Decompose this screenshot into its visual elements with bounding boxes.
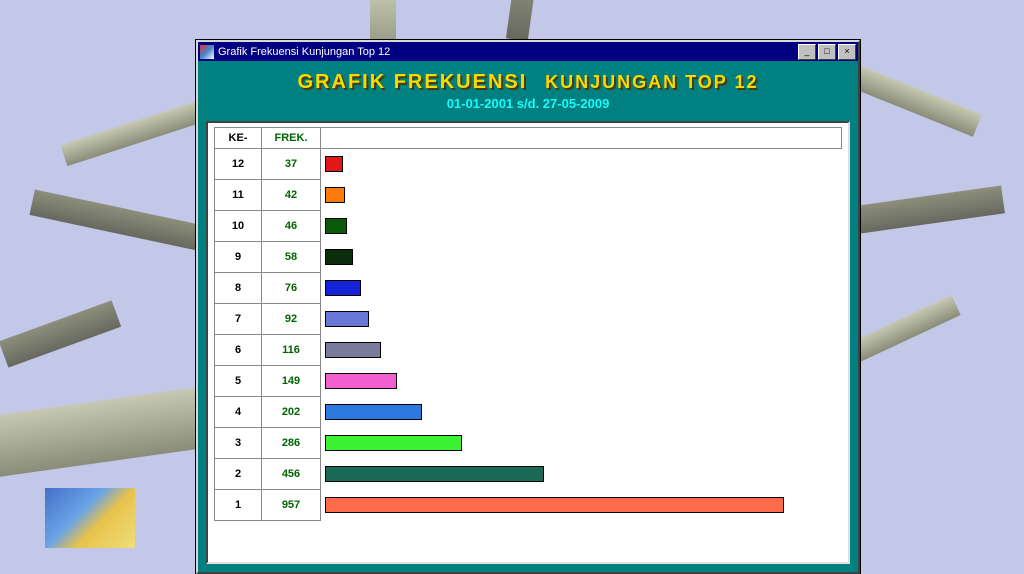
cell-frek: 46 <box>262 211 321 242</box>
cell-bar <box>321 366 842 397</box>
cell-bar <box>321 273 842 304</box>
bg-decoration <box>506 0 536 41</box>
cell-bar <box>321 428 842 459</box>
cell-frek: 957 <box>262 490 321 521</box>
bar <box>325 466 544 482</box>
cell-frek: 286 <box>262 428 321 459</box>
table-row: 3286 <box>215 428 842 459</box>
cell-frek: 42 <box>262 180 321 211</box>
cell-ke: 7 <box>215 304 262 335</box>
date-range: 01-01-2001 s/d. 27-05-2009 <box>208 96 848 111</box>
table-row: 792 <box>215 304 842 335</box>
minimize-button[interactable]: _ <box>798 44 816 60</box>
cell-ke: 6 <box>215 335 262 366</box>
column-header-frek: FREK. <box>262 128 321 149</box>
cell-bar <box>321 459 842 490</box>
cell-bar <box>321 304 842 335</box>
cell-frek: 76 <box>262 273 321 304</box>
cell-ke: 5 <box>215 366 262 397</box>
table-row: 1957 <box>215 490 842 521</box>
app-window: Grafik Frekuensi Kunjungan Top 12 _ □ × … <box>196 40 860 574</box>
table-row: 5149 <box>215 366 842 397</box>
table-row: 6116 <box>215 335 842 366</box>
app-icon <box>200 45 214 59</box>
page-title-line1: GRAFIK FREKUENSI <box>298 71 528 93</box>
column-header-bar <box>321 128 842 149</box>
cell-bar <box>321 149 842 180</box>
cell-ke: 3 <box>215 428 262 459</box>
bar <box>325 187 345 203</box>
bar <box>325 156 343 172</box>
cell-frek: 116 <box>262 335 321 366</box>
cell-bar <box>321 180 842 211</box>
cell-bar <box>321 490 842 521</box>
bar <box>325 249 353 265</box>
logo-fragment <box>45 488 135 548</box>
cell-frek: 456 <box>262 459 321 490</box>
table-row: 958 <box>215 242 842 273</box>
page-title-line2: KUNJUNGAN TOP 12 <box>545 72 758 92</box>
cell-frek: 58 <box>262 242 321 273</box>
cell-frek: 92 <box>262 304 321 335</box>
maximize-button[interactable]: □ <box>818 44 836 60</box>
table-row: 2456 <box>215 459 842 490</box>
window-title: Grafik Frekuensi Kunjungan Top 12 <box>218 46 796 58</box>
bg-decoration <box>0 385 210 477</box>
cell-ke: 10 <box>215 211 262 242</box>
table-row: 1046 <box>215 211 842 242</box>
bar <box>325 497 784 513</box>
cell-ke: 12 <box>215 149 262 180</box>
bar <box>325 373 397 389</box>
bar <box>325 280 361 296</box>
table-row: 1237 <box>215 149 842 180</box>
cell-frek: 149 <box>262 366 321 397</box>
bar <box>325 311 369 327</box>
titlebar[interactable]: Grafik Frekuensi Kunjungan Top 12 _ □ × <box>198 42 858 61</box>
column-header-ke: KE- <box>215 128 262 149</box>
cell-ke: 11 <box>215 180 262 211</box>
cell-bar <box>321 242 842 273</box>
cell-ke: 4 <box>215 397 262 428</box>
bar <box>325 218 347 234</box>
cell-bar <box>321 335 842 366</box>
close-button[interactable]: × <box>838 44 856 60</box>
cell-frek: 37 <box>262 149 321 180</box>
cell-frek: 202 <box>262 397 321 428</box>
bar <box>325 435 462 451</box>
bar <box>325 342 381 358</box>
table-row: 876 <box>215 273 842 304</box>
cell-bar <box>321 397 842 428</box>
bar <box>325 404 422 420</box>
cell-ke: 9 <box>215 242 262 273</box>
cell-ke: 1 <box>215 490 262 521</box>
data-table: KE- FREK. 123711421046958876792611651494… <box>214 127 842 521</box>
table-row: 4202 <box>215 397 842 428</box>
cell-ke: 2 <box>215 459 262 490</box>
bg-decoration <box>0 300 121 367</box>
chart-panel: KE- FREK. 123711421046958876792611651494… <box>206 121 850 564</box>
header-area: GRAFIK FREKUENSI KUNJUNGAN TOP 12 01-01-… <box>198 61 858 117</box>
cell-ke: 8 <box>215 273 262 304</box>
cell-bar <box>321 211 842 242</box>
table-row: 1142 <box>215 180 842 211</box>
page-title: GRAFIK FREKUENSI KUNJUNGAN TOP 12 <box>208 71 848 94</box>
